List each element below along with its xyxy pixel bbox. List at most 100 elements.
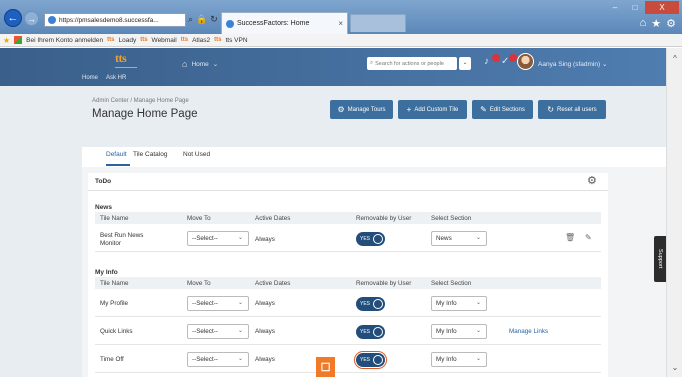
settings-gear-icon[interactable]: ⚙ <box>666 17 676 30</box>
edit-sections-label: Edit Sections <box>489 106 525 113</box>
new-tab[interactable] <box>350 14 406 32</box>
approval-badge <box>509 54 517 62</box>
edit-sections-button[interactable]: ✎ Edit Sections <box>472 100 533 119</box>
user-name: Aanya Sing (sfadmin) <box>538 61 601 68</box>
move-to-select[interactable]: --Select-- ⌄ <box>187 324 249 339</box>
maximize-button[interactable]: □ <box>625 1 645 14</box>
address-bar[interactable]: https://pmsalesdemo8.successfa... <box>44 13 186 27</box>
section-select[interactable]: My Info ⌄ <box>431 324 487 339</box>
approvals-icon[interactable]: ✓ <box>501 54 517 70</box>
window-close-button[interactable]: X <box>645 1 679 14</box>
search-icon: ⌕ <box>370 60 374 66</box>
notifications-icon[interactable]: ♪ <box>484 54 500 70</box>
trash-icon[interactable]: 🗑 <box>565 233 575 242</box>
removable-toggle[interactable]: YES <box>354 351 387 369</box>
fav-link-2[interactable]: Webmail <box>152 37 177 44</box>
forward-button[interactable]: → <box>24 11 39 26</box>
home-menu[interactable]: ⌂ Home ⌄ <box>182 59 218 69</box>
manage-tours-button[interactable]: ⚙ Manage Tours <box>330 100 393 119</box>
section-select[interactable]: My Info ⌄ <box>431 296 487 311</box>
avatar[interactable] <box>517 53 534 70</box>
logo-underline <box>115 67 137 68</box>
add-custom-tile-button[interactable]: + Add Custom Tile <box>398 100 467 119</box>
chevron-down-icon: ⌄ <box>212 61 219 68</box>
move-to-select[interactable]: --Select-- ⌄ <box>187 296 249 311</box>
tab-tile-catalog[interactable]: Tile Catalog <box>133 151 167 158</box>
table-row: Quick Links --Select-- ⌄ Always YES My In… <box>95 318 601 345</box>
tile-name: Best Run News Monitor <box>100 232 144 247</box>
browser-toolbar-icons: ⌂ ★ ⚙ <box>640 17 676 30</box>
toggle-knob <box>373 234 383 244</box>
active-dates: Always <box>255 236 275 243</box>
chevron-down-icon: ⌄ <box>475 356 481 362</box>
removable-toggle[interactable]: YES <box>356 325 385 339</box>
fav-tts-prefix: tts <box>107 37 115 43</box>
reset-all-users-button[interactable]: ↻ Reset all users <box>538 100 606 119</box>
move-to-value: --Select-- <box>192 235 218 242</box>
fav-tts-prefix: tts <box>180 37 189 43</box>
reset-icon: ↻ <box>547 105 554 114</box>
subnav-home[interactable]: Home <box>82 75 98 81</box>
search-input[interactable]: ⌕ Search for actions or people <box>367 57 457 70</box>
settings-gear-icon[interactable]: ⚙ <box>587 174 597 187</box>
active-dates: Always <box>255 328 275 335</box>
notification-badge <box>492 54 500 62</box>
lock-icon[interactable]: 🔒 <box>196 14 207 25</box>
col-move-to: Move To <box>187 280 211 287</box>
move-to-value: --Select-- <box>192 300 218 307</box>
search-icon[interactable]: ⌕ <box>188 14 193 25</box>
pointer-marker-icon: ☐ <box>316 357 335 377</box>
pencil-icon[interactable]: ✎ <box>585 233 592 242</box>
company-logo[interactable]: tts <box>115 51 127 66</box>
chevron-down-icon: ⌄ <box>237 356 243 362</box>
favorites-bar: ★ Bei Ihrem Konto anmelden tts Loady tts… <box>0 34 682 47</box>
section-value: My Info <box>436 328 457 335</box>
tab-default[interactable]: Default <box>106 151 127 158</box>
move-to-select[interactable]: --Select-- ⌄ <box>187 352 249 367</box>
minimize-button[interactable]: – <box>605 1 625 14</box>
favorites-star-icon[interactable]: ★ <box>3 36 10 45</box>
removable-toggle[interactable]: YES <box>356 297 385 311</box>
tab-not-used[interactable]: Not Used <box>183 151 210 158</box>
col-select-section: Select Section <box>431 215 472 222</box>
add-custom-tile-label: Add Custom Tile <box>414 106 459 113</box>
back-button[interactable]: ← <box>4 9 22 27</box>
subnav-ask-hr[interactable]: Ask HR <box>106 75 126 81</box>
fav-link-1[interactable]: Loady <box>118 37 136 44</box>
refresh-icon[interactable]: ↻ <box>210 14 218 25</box>
tiles-card: ToDo ⚙ News Tile Name Move To Active Dat… <box>88 173 608 377</box>
col-tile-name: Tile Name <box>100 280 129 287</box>
browser-tab-active[interactable]: SuccessFactors: Home × <box>221 12 348 34</box>
favorites-star-icon[interactable]: ★ <box>651 17 661 30</box>
user-menu[interactable]: Aanya Sing (sfadmin) ⌄ <box>538 60 607 68</box>
move-to-value: --Select-- <box>192 356 218 363</box>
removable-toggle[interactable]: YES <box>356 232 385 246</box>
browser-titlebar: ← → https://pmsalesdemo8.successfa... ⌕ … <box>0 0 682 34</box>
toggle-label: YES <box>360 357 371 363</box>
scroll-down-icon[interactable]: ⌄ <box>667 363 682 375</box>
fav-link-4[interactable]: tts VPN <box>225 37 247 44</box>
move-to-select[interactable]: --Select-- ⌄ <box>187 231 249 246</box>
section-value: My Info <box>436 300 457 307</box>
search-dropdown-button[interactable]: ⌄ <box>459 57 471 70</box>
tab-close-icon[interactable]: × <box>338 19 343 28</box>
home-icon[interactable]: ⌂ <box>640 17 647 30</box>
address-bar-icons: ⌕ 🔒 ↻ <box>188 14 218 25</box>
house-icon: ⌂ <box>182 59 188 69</box>
fav-tts-prefix: tts <box>214 37 222 43</box>
chevron-down-icon: ⌄ <box>237 235 243 241</box>
url-text: https://pmsalesdemo8.successfa... <box>59 16 159 24</box>
section-select[interactable]: News ⌄ <box>431 231 487 246</box>
scroll-up-icon[interactable]: ^ <box>667 54 682 66</box>
sf-header: tts ⌂ Home ⌄ ⌕ Search for actions or peo… <box>0 48 666 86</box>
fav-link-0[interactable]: Bei Ihrem Konto anmelden <box>26 37 103 44</box>
support-tab[interactable]: Support <box>654 236 666 282</box>
vertical-scrollbar[interactable]: ^ ⌄ <box>666 48 682 377</box>
section-value: My Info <box>436 356 457 363</box>
manage-links-link[interactable]: Manage Links <box>509 328 548 335</box>
toggle-knob <box>373 327 383 337</box>
content-area: ToDo ⚙ News Tile Name Move To Active Dat… <box>82 167 666 377</box>
fav-link-3[interactable]: Atlas2 <box>192 37 210 44</box>
breadcrumb[interactable]: Admin Center / Manage Home Page <box>92 98 189 104</box>
section-select[interactable]: My Info ⌄ <box>431 352 487 367</box>
